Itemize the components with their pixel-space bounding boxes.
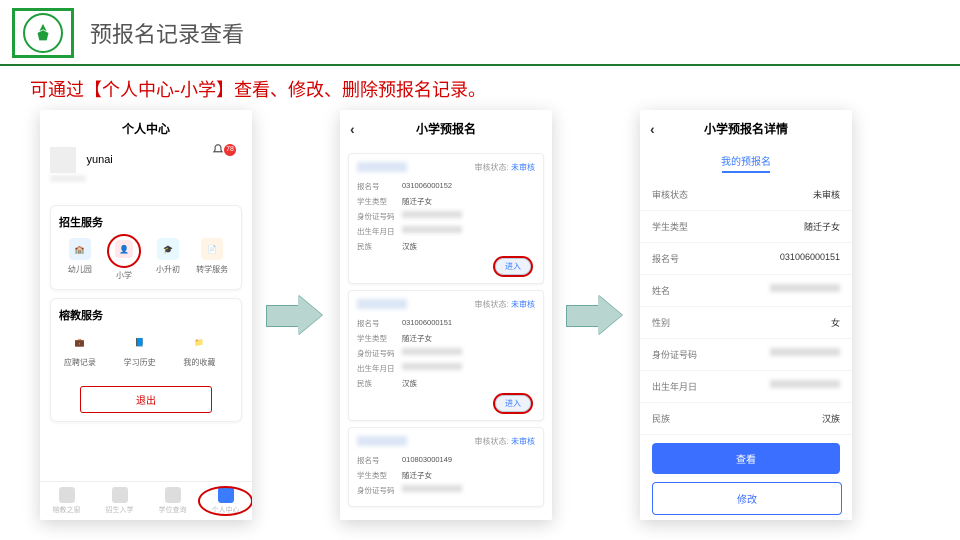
username: yunai: [86, 154, 112, 166]
record-row: 学生类型随迁子女: [357, 331, 535, 346]
detail-row: 性别女: [640, 307, 852, 339]
nav-home[interactable]: 榕教之窗: [40, 487, 93, 515]
home-icon: [59, 487, 75, 503]
registration-card: 审核状态: 未审核报名号010803000149学生类型随迁子女身份证号码: [348, 427, 544, 507]
record-row: 学生类型随迁子女: [357, 468, 535, 483]
enter-button[interactable]: 进入: [495, 258, 531, 275]
record-row: 出生年月日: [357, 361, 535, 376]
badge-count: 78: [224, 144, 236, 156]
screen-title: 小学预报名详情: [704, 120, 788, 137]
page-title: 预报名记录查看: [90, 17, 244, 49]
instruction-text: 可通过【个人中心-小学】查看、修改、删除预报名记录。: [0, 66, 960, 110]
screen-title: 个人中心: [40, 110, 252, 141]
bottom-nav: 榕教之窗 招生入学 学位查询 个人中心: [40, 481, 252, 520]
card-title: 招生服务: [59, 214, 233, 230]
folder-icon: 📁: [188, 331, 210, 353]
study-history[interactable]: 📘 学习历史: [119, 331, 161, 368]
nav-enroll[interactable]: 招生入学: [93, 487, 146, 515]
phone-registration-detail: ‹ 小学预报名详情 我的预报名 审核状态未审核学生类型随迁子女报名号031006…: [640, 110, 852, 520]
name-blur: [357, 436, 407, 446]
junior-icon: 🎓: [157, 238, 179, 260]
record-row: 身份证号码: [357, 346, 535, 361]
status-value: 未审核: [511, 437, 535, 446]
record-row: 民族汉族: [357, 239, 535, 254]
kindergarten-icon: 🏫: [69, 238, 91, 260]
status-label: 审核状态:: [475, 437, 509, 446]
school-logo-icon: [23, 13, 63, 53]
edit-button[interactable]: 修改: [652, 482, 842, 515]
enrollment-services-card: 招生服务 🏫 幼儿园 👤 小学 🎓 小升初 📄: [50, 205, 242, 290]
notification-bell[interactable]: 78: [211, 143, 240, 162]
record-row: 报名号031006000152: [357, 179, 535, 194]
detail-row: 身份证号码: [640, 339, 852, 371]
phone-personal-center: 个人中心 78 yunai xxxxxxxx 招生服务 🏫 幼儿园 👤: [40, 110, 252, 520]
detail-row: 出生年月日: [640, 371, 852, 403]
detail-row: 学生类型随迁子女: [640, 211, 852, 243]
edu-services-card: 榕教服务 💼 应聘记录 📘 学习历史 📁 我的收藏 退出: [50, 298, 242, 422]
primary-icon: 👤: [115, 240, 133, 258]
name-blur: [357, 299, 407, 309]
tab-underline: [722, 171, 770, 173]
status-value: 未审核: [511, 300, 535, 309]
seat-icon: [165, 487, 181, 503]
registration-card: 审核状态: 未审核报名号031006000151学生类型随迁子女身份证号码出生年…: [348, 290, 544, 421]
transfer-icon: 📄: [201, 238, 223, 260]
card-title: 榕教服务: [59, 307, 233, 323]
user-icon: [218, 487, 234, 503]
screenshots-row: 个人中心 78 yunai xxxxxxxx 招生服务 🏫 幼儿园 👤: [0, 110, 960, 520]
status-label: 审核状态:: [475, 300, 509, 309]
back-button[interactable]: ‹: [650, 121, 655, 137]
back-button[interactable]: ‹: [350, 121, 355, 137]
detail-row: 报名号031006000151: [640, 243, 852, 275]
service-transfer[interactable]: 📄 转学服务: [191, 238, 233, 281]
service-kindergarten[interactable]: 🏫 幼儿园: [59, 238, 101, 281]
detail-row: 民族汉族: [640, 403, 852, 435]
record-row: 报名号031006000151: [357, 316, 535, 331]
service-junior[interactable]: 🎓 小升初: [147, 238, 189, 281]
record-row: 学生类型随迁子女: [357, 194, 535, 209]
primary-highlight-circle: 👤: [107, 234, 141, 268]
screen-title: 小学预报名: [416, 120, 476, 137]
avatar[interactable]: [50, 147, 76, 173]
record-row: 民族汉族: [357, 376, 535, 391]
detail-row: 审核状态未审核: [640, 179, 852, 211]
status-label: 审核状态:: [475, 163, 509, 172]
detail-row: 姓名: [640, 275, 852, 307]
nav-seat[interactable]: 学位查询: [146, 487, 199, 515]
logout-button[interactable]: 退出: [80, 386, 212, 413]
enroll-icon: [112, 487, 128, 503]
my-favorites[interactable]: 📁 我的收藏: [179, 331, 221, 368]
record-row: 身份证号码: [357, 209, 535, 224]
briefcase-icon: 💼: [69, 331, 91, 353]
user-sub-blur: xxxxxxxx: [50, 173, 242, 183]
bell-icon: [211, 143, 225, 157]
service-primary[interactable]: 👤 小学: [103, 238, 145, 281]
name-blur: [357, 162, 407, 172]
tab-my-registration[interactable]: 我的预报名: [640, 147, 852, 179]
apply-record[interactable]: 💼 应聘记录: [59, 331, 101, 368]
arrow-right-icon: [266, 293, 326, 337]
record-row: 身份证号码: [357, 483, 535, 498]
registration-card: 审核状态: 未审核报名号031006000152学生类型随迁子女身份证号码出生年…: [348, 153, 544, 284]
book-icon: 📘: [129, 331, 151, 353]
nav-personal[interactable]: 个人中心: [199, 487, 252, 515]
logo-box: [12, 8, 74, 58]
record-row: 报名号010803000149: [357, 453, 535, 468]
phone-registration-list: ‹ 小学预报名 审核状态: 未审核报名号031006000152学生类型随迁子女…: [340, 110, 552, 520]
view-button[interactable]: 查看: [652, 443, 840, 474]
record-row: 出生年月日: [357, 224, 535, 239]
arrow-right-icon: [566, 293, 626, 337]
page-header: 预报名记录查看: [0, 0, 960, 66]
enter-button[interactable]: 进入: [495, 395, 531, 412]
status-value: 未审核: [511, 163, 535, 172]
